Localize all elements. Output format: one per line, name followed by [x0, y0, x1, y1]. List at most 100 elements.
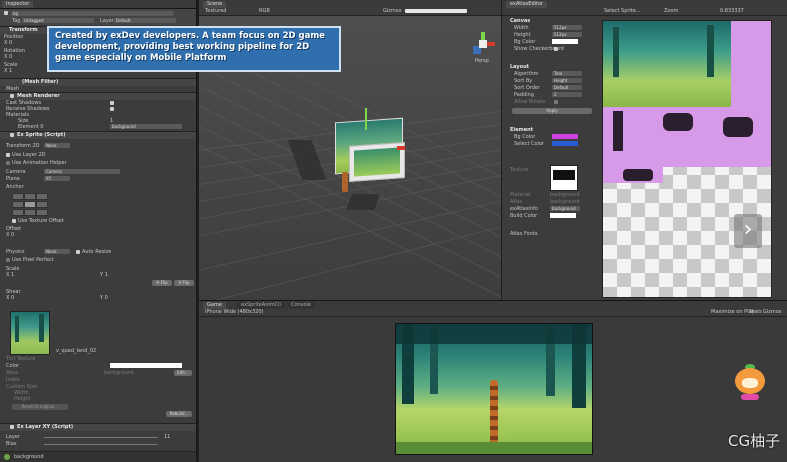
apply-button[interactable]: Apply: [512, 108, 592, 114]
allow-rotate-label: Allow Rotate: [514, 99, 546, 105]
zoom-value[interactable]: 0.833337: [720, 8, 744, 14]
maximize-on-play-toggle[interactable]: Maximize on Play: [711, 309, 755, 315]
rebuild-button[interactable]: Rebuild...: [166, 411, 192, 417]
h-flip-button[interactable]: H Flip: [152, 280, 172, 286]
game-toolbar: iPhone Wide (480x320) Maximize on Play S…: [199, 309, 787, 317]
physics-label: Physics: [6, 249, 25, 255]
scene-shadow: [346, 194, 380, 210]
ex-layer-checkbox[interactable]: [10, 425, 14, 429]
tag-select[interactable]: Untagged: [22, 18, 94, 23]
texture-preview[interactable]: [550, 165, 578, 191]
use-pixel-perfect-checkbox[interactable]: [6, 258, 10, 262]
layer-label: Layer: [100, 18, 114, 24]
tab-inspector[interactable]: Inspector: [2, 1, 34, 8]
next-page-button[interactable]: ›: [734, 214, 762, 248]
tab-game[interactable]: Game: [203, 302, 226, 309]
scene-search-input[interactable]: [405, 9, 467, 13]
render-mode-select[interactable]: Textured: [205, 8, 226, 14]
physics-select[interactable]: None: [44, 249, 70, 254]
ex-sprite-header[interactable]: Ex Sprite (Script): [0, 131, 196, 139]
color-swatch[interactable]: [110, 363, 182, 368]
resolution-select[interactable]: iPhone Wide (480x320): [205, 309, 263, 315]
anchor-bl[interactable]: [12, 209, 24, 216]
atlas-sprite-magenta-strip[interactable]: [603, 107, 771, 167]
atlas-bg-color-swatch[interactable]: [552, 39, 578, 44]
rgb-select[interactable]: RGB: [259, 8, 270, 14]
atlas-label: Atlas: [6, 370, 19, 376]
atlas-canvas[interactable]: [602, 20, 772, 298]
v-flip-button[interactable]: V Flip: [174, 280, 194, 286]
atlasinfo-field[interactable]: background: [550, 206, 580, 211]
active-checkbox[interactable]: [4, 11, 8, 15]
game-grass-dark: [396, 442, 592, 454]
auto-resize-label: Auto Resize: [82, 249, 112, 255]
mesh-filter-header[interactable]: (Mesh Filter): [0, 78, 196, 86]
zoom-label: Zoom: [664, 8, 679, 14]
anchor-br[interactable]: [36, 209, 48, 216]
anchor-tc[interactable]: [24, 193, 36, 200]
anchor-tl[interactable]: [12, 193, 24, 200]
select-color-swatch[interactable]: [552, 141, 578, 146]
anchor-mr[interactable]: [36, 201, 48, 208]
atlas-sprite-landscape[interactable]: [603, 21, 731, 107]
sort-order-select[interactable]: Default: [552, 85, 582, 90]
atlas-sprite-silhouette[interactable]: [603, 167, 663, 183]
receive-shadows-checkbox[interactable]: [110, 107, 114, 111]
layer-select[interactable]: Default: [114, 18, 176, 23]
use-layer2d-checkbox[interactable]: [6, 153, 10, 157]
atlas-vine: [613, 111, 623, 151]
anchor-ml[interactable]: [12, 201, 24, 208]
material-sphere-icon: [4, 454, 10, 460]
camera-field[interactable]: Camera: [44, 169, 120, 174]
texture-thumbnail[interactable]: [10, 311, 50, 355]
tab-atlas-editor[interactable]: exAtlasEditor: [506, 1, 548, 8]
atlas-silhouette-shape: [623, 169, 653, 181]
ex-layer-header[interactable]: Ex Layer XY (Script): [0, 423, 196, 431]
show-checkerboard-checkbox[interactable]: [554, 47, 558, 51]
gizmo-center[interactable]: [479, 40, 487, 48]
use-anim-helper-checkbox[interactable]: [6, 161, 10, 165]
layer-slider[interactable]: [44, 437, 158, 438]
elem-bg-color-swatch[interactable]: [552, 134, 578, 139]
edit-atlas-button[interactable]: Edit...: [174, 370, 192, 376]
game-viewport[interactable]: [395, 323, 593, 455]
ex-sprite-checkbox[interactable]: [10, 133, 14, 137]
tab-console[interactable]: Console: [287, 302, 315, 309]
object-name-field[interactable]: bg: [11, 11, 173, 16]
gizmos-menu[interactable]: Gizmos: [383, 8, 401, 14]
transform2d-select[interactable]: None: [44, 143, 70, 148]
material-field[interactable]: background: [110, 124, 182, 129]
anchor-tr[interactable]: [36, 193, 48, 200]
stats-toggle[interactable]: Stats: [749, 309, 762, 315]
atlas-bg-color-label: Bg Color: [514, 39, 536, 45]
tab-sprite-anim[interactable]: exSpriteAnimCli: [237, 302, 285, 309]
atlas-vine: [723, 117, 753, 137]
use-texture-offset-checkbox[interactable]: [12, 219, 16, 223]
tab-scene[interactable]: Scene: [203, 1, 227, 8]
mesh-renderer-checkbox[interactable]: [10, 94, 14, 98]
watermark-text: CG柚子: [728, 432, 781, 450]
auto-resize-checkbox[interactable]: [76, 250, 80, 254]
mesh-renderer-header[interactable]: Mesh Renderer: [0, 92, 196, 100]
build-color-swatch[interactable]: [550, 213, 576, 218]
algorithm-select[interactable]: Tree: [552, 71, 582, 76]
atlas-sprite-magenta-column[interactable]: [731, 21, 771, 107]
atlas-width-select[interactable]: 512px: [552, 25, 582, 30]
cast-shadows-checkbox[interactable]: [110, 101, 114, 105]
padding-field[interactable]: 2: [552, 92, 582, 97]
scene-green-gizmo[interactable]: [365, 108, 367, 130]
atlas-height-select[interactable]: 512px: [552, 32, 582, 37]
bias-slider[interactable]: [44, 444, 158, 445]
scene-red-gizmo[interactable]: [397, 146, 405, 150]
select-sprite-button[interactable]: Select Sprite...: [604, 8, 641, 14]
mascot-face: [742, 378, 758, 388]
plane-select[interactable]: XY: [44, 176, 70, 181]
reset-original-button[interactable]: Reset to original...: [12, 404, 68, 410]
anchor-bc[interactable]: [24, 209, 36, 216]
atlas-value: background: [104, 370, 134, 376]
game-gizmos-menu[interactable]: Gizmos: [763, 309, 781, 315]
anchor-mc[interactable]: [24, 201, 36, 208]
allow-rotate-checkbox[interactable]: [554, 100, 558, 104]
orientation-gizmo[interactable]: [471, 32, 495, 56]
sort-by-select[interactable]: Height: [552, 78, 582, 83]
